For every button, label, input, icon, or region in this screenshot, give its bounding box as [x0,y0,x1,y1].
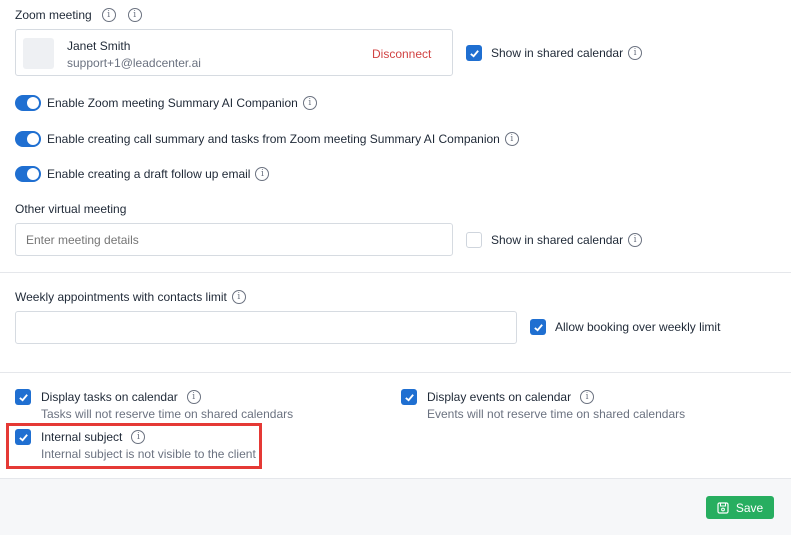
account-email: support+1@leadcenter.ai [67,56,201,70]
other-show-shared-checkbox[interactable] [466,232,482,248]
check-icon [404,393,414,402]
zoom-show-shared-checkbox[interactable] [466,45,482,61]
display-tasks-checkbox[interactable] [15,389,31,405]
section-divider [0,272,791,273]
other-virtual-heading: Other virtual meeting [15,202,127,216]
allow-over-checkbox[interactable] [530,319,546,335]
info-icon[interactable]: i [131,430,146,444]
toggle-label: Enable creating a draft follow up email [47,167,251,181]
display-tasks-label: Display tasks on calendar [41,390,178,404]
info-icon[interactable]: i [231,290,246,304]
save-icon [717,501,729,514]
display-events-checkbox[interactable] [401,389,417,405]
internal-subject-row: Internal subject i [15,429,146,445]
summary-ai-toggle[interactable] [15,95,41,111]
avatar [23,38,54,69]
display-events-label: Display events on calendar [427,390,572,404]
info-icon[interactable]: i [101,8,116,22]
toggle-row-followup: Enable creating a draft follow up email … [15,166,270,182]
check-icon [469,49,479,58]
save-label: Save [735,500,764,515]
display-events-row: Display events on calendar i [401,389,595,405]
info-icon[interactable]: i [302,96,317,110]
internal-subject-checkbox[interactable] [15,429,31,445]
toggle-label: Enable creating call summary and tasks f… [47,132,500,146]
zoom-heading: Zoom meeting [15,8,92,22]
save-button[interactable]: Save [706,496,774,519]
weekly-heading-row: Weekly appointments with contacts limit … [15,290,246,304]
toggle-label: Enable Zoom meeting Summary AI Companion [47,96,298,110]
allow-over-row: Allow booking over weekly limit [530,319,720,335]
toggle-row-summary: Enable Zoom meeting Summary AI Companion… [15,95,317,111]
info-icon[interactable]: i [504,132,519,146]
call-summary-toggle[interactable] [15,131,41,147]
footer: Save [0,478,791,535]
meeting-details-input[interactable] [15,223,453,256]
check-icon [533,323,543,332]
weekly-limit-input[interactable] [15,311,517,344]
followup-email-toggle[interactable] [15,166,41,182]
toggle-row-call-summary: Enable creating call summary and tasks f… [15,131,519,147]
account-name: Janet Smith [67,39,131,53]
internal-subject-desc: Internal subject is not visible to the c… [41,447,256,461]
info-icon[interactable]: i [186,390,201,404]
zoom-account-card: Janet Smith support+1@leadcenter.ai Disc… [15,29,453,76]
weekly-heading: Weekly appointments with contacts limit [15,290,227,304]
disconnect-button[interactable]: Disconnect [372,47,431,61]
zoom-show-shared-row: Show in shared calendar i [466,45,643,61]
display-events-desc: Events will not reserve time on shared c… [427,407,686,421]
check-icon [18,393,28,402]
check-icon [18,433,28,442]
display-tasks-desc: Tasks will not reserve time on shared ca… [41,407,294,421]
allow-over-label: Allow booking over weekly limit [555,320,721,334]
internal-subject-label: Internal subject [41,430,123,444]
info-icon[interactable]: i [127,8,142,22]
info-icon[interactable]: i [628,233,643,247]
display-tasks-row: Display tasks on calendar i [15,389,201,405]
other-show-shared-row: Show in shared calendar i [466,232,643,248]
section-divider [0,372,791,373]
info-icon[interactable]: i [255,167,270,181]
info-icon[interactable]: i [580,390,595,404]
zoom-heading-row: Zoom meeting i i [15,8,142,22]
zoom-show-shared-label: Show in shared calendar [491,46,624,60]
info-icon[interactable]: i [628,46,643,60]
other-show-shared-label: Show in shared calendar [491,233,624,247]
